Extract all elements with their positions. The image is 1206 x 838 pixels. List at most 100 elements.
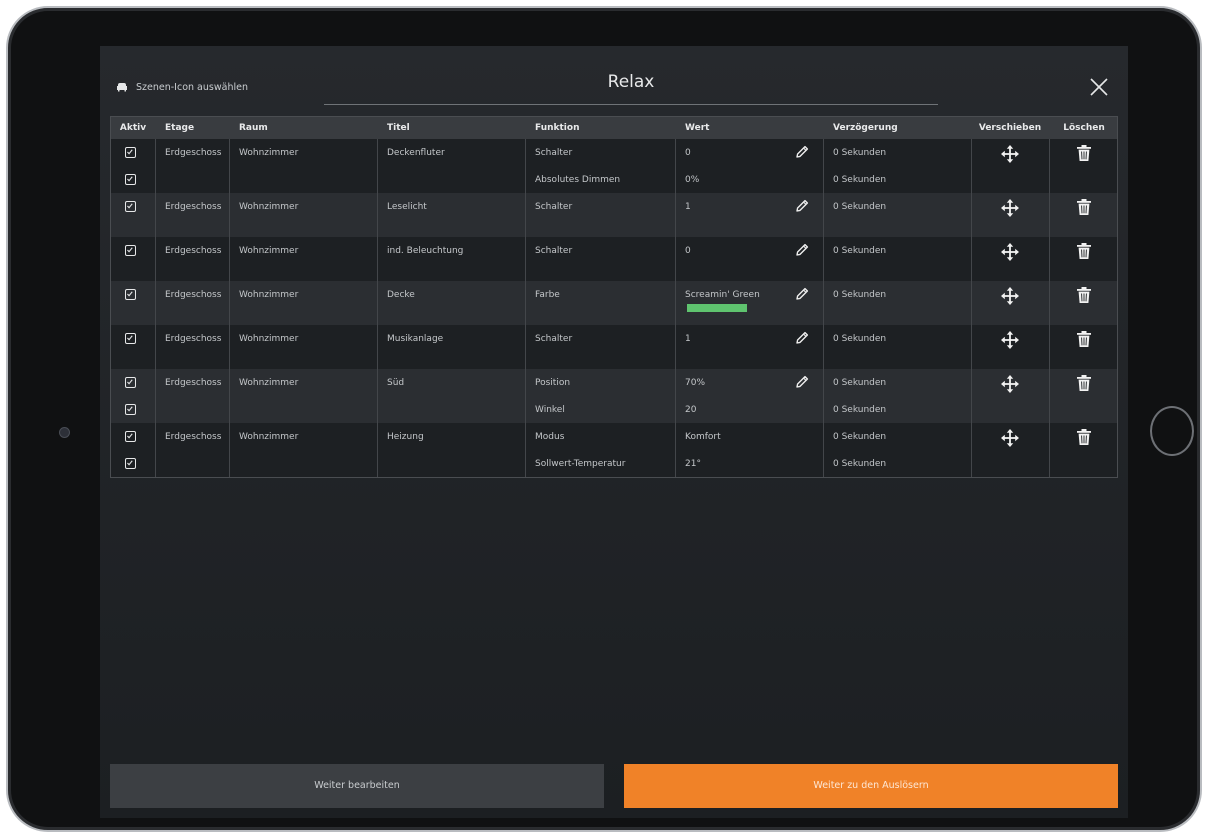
move-arrows-icon[interactable]	[1001, 243, 1019, 261]
trash-icon[interactable]	[1076, 242, 1092, 260]
header-col-loeschen: Löschen	[1063, 123, 1105, 133]
table-row: Erdgeschoss Wohnzimmer Decke Farbe Screamin'…	[111, 281, 1117, 325]
column-divider	[229, 281, 230, 325]
cell-funktion: Schalter	[535, 334, 573, 344]
column-divider	[823, 423, 824, 477]
cell-verzoegerung: 0 Sekunden	[833, 405, 887, 415]
close-icon[interactable]	[1088, 76, 1110, 98]
active-checkbox[interactable]	[125, 245, 136, 256]
column-divider	[675, 237, 676, 281]
column-divider	[377, 237, 378, 281]
cell-etage: Erdgeschoss	[165, 378, 222, 388]
scene-title-field[interactable]: Relax	[324, 68, 938, 105]
header-col-verschieben: Verschieben	[978, 123, 1042, 133]
column-divider	[229, 237, 230, 281]
pencil-icon[interactable]	[794, 330, 810, 346]
cell-wert: 70%	[685, 378, 706, 388]
active-checkbox[interactable]	[125, 174, 136, 185]
column-divider	[1049, 369, 1050, 423]
cell-verzoegerung: 0 Sekunden	[833, 459, 887, 469]
pencil-icon[interactable]	[794, 242, 810, 258]
table-body: Erdgeschoss Wohnzimmer Deckenfluter Schalte…	[111, 139, 1117, 477]
armchair-icon	[117, 83, 127, 92]
checkmark-icon	[127, 149, 133, 155]
active-checkbox[interactable]	[125, 201, 136, 212]
cell-verzoegerung: 0 Sekunden	[833, 432, 887, 442]
move-arrows-icon[interactable]	[1001, 145, 1019, 163]
header: Szenen-Icon auswählen Relax	[100, 46, 1128, 116]
table-row: Erdgeschoss Wohnzimmer ind. Beleuchtung Sch…	[111, 237, 1117, 281]
table-row: Erdgeschoss Wohnzimmer Leselicht Schalter 1 0…	[111, 193, 1117, 237]
active-checkbox[interactable]	[125, 333, 136, 344]
cell-etage: Erdgeschoss	[165, 148, 222, 158]
cell-etage: Erdgeschoss	[165, 334, 222, 344]
active-checkbox[interactable]	[125, 458, 136, 469]
cell-raum: Wohnzimmer	[239, 202, 299, 212]
column-divider	[971, 369, 972, 423]
cell-funktion: Sollwert-Temperatur	[535, 459, 626, 469]
column-divider	[675, 325, 676, 369]
column-divider	[377, 281, 378, 325]
trash-icon[interactable]	[1076, 428, 1092, 446]
column-divider	[525, 193, 526, 237]
pencil-icon[interactable]	[794, 374, 810, 390]
header-col-etage: Etage	[165, 123, 195, 133]
cell-wert: 0	[685, 148, 691, 158]
continue-to-triggers-button[interactable]: Weiter zu den Auslösern	[624, 764, 1118, 808]
checkmark-icon	[127, 247, 133, 253]
column-divider	[229, 139, 230, 193]
cell-funktion: Schalter	[535, 246, 573, 256]
active-checkbox[interactable]	[125, 377, 136, 388]
trash-icon[interactable]	[1076, 144, 1092, 162]
trash-icon[interactable]	[1076, 330, 1092, 348]
trash-icon[interactable]	[1076, 286, 1092, 304]
column-divider	[1049, 193, 1050, 237]
column-divider	[155, 139, 156, 193]
column-divider	[525, 237, 526, 281]
checkmark-icon	[127, 433, 133, 439]
active-checkbox[interactable]	[125, 431, 136, 442]
header-col-funktion: Funktion	[535, 123, 580, 133]
pencil-icon[interactable]	[794, 144, 810, 160]
cell-funktion: Absolutes Dimmen	[535, 175, 621, 185]
column-divider	[675, 423, 676, 477]
move-arrows-icon[interactable]	[1001, 199, 1019, 217]
column-divider	[971, 193, 972, 237]
column-divider	[1049, 139, 1050, 193]
column-divider	[525, 423, 526, 477]
cell-funktion: Winkel	[535, 405, 565, 415]
column-divider	[377, 369, 378, 423]
cell-verzoegerung: 0 Sekunden	[833, 202, 887, 212]
move-arrows-icon[interactable]	[1001, 375, 1019, 393]
column-divider	[155, 237, 156, 281]
trash-icon[interactable]	[1076, 374, 1092, 392]
header-col-wert: Wert	[685, 123, 710, 133]
header-col-titel: Titel	[387, 123, 410, 133]
scene-actions-table: Aktiv Etage Raum Titel Funktion Wert Verzögeru…	[110, 116, 1118, 478]
trash-icon[interactable]	[1076, 198, 1092, 216]
cell-verzoegerung: 0 Sekunden	[833, 148, 887, 158]
column-divider	[675, 139, 676, 193]
column-divider	[1049, 325, 1050, 369]
column-divider	[823, 139, 824, 193]
column-divider	[155, 325, 156, 369]
cell-wert: 21°	[685, 459, 701, 469]
checkmark-icon	[127, 291, 133, 297]
continue-editing-button[interactable]: Weiter bearbeiten	[110, 764, 604, 808]
column-divider	[971, 325, 972, 369]
active-checkbox[interactable]	[125, 147, 136, 158]
move-arrows-icon[interactable]	[1001, 429, 1019, 447]
active-checkbox[interactable]	[125, 289, 136, 300]
move-arrows-icon[interactable]	[1001, 331, 1019, 349]
move-arrows-icon[interactable]	[1001, 287, 1019, 305]
cell-wert: 1	[685, 202, 691, 212]
header-col-raum: Raum	[239, 123, 268, 133]
select-scene-icon-button[interactable]: Szenen-Icon auswählen	[116, 78, 248, 96]
cell-wert: Komfort	[685, 432, 721, 442]
pencil-icon[interactable]	[794, 286, 810, 302]
column-divider	[229, 423, 230, 477]
home-button[interactable]	[1150, 406, 1194, 456]
column-divider	[1049, 237, 1050, 281]
active-checkbox[interactable]	[125, 404, 136, 415]
pencil-icon[interactable]	[794, 198, 810, 214]
